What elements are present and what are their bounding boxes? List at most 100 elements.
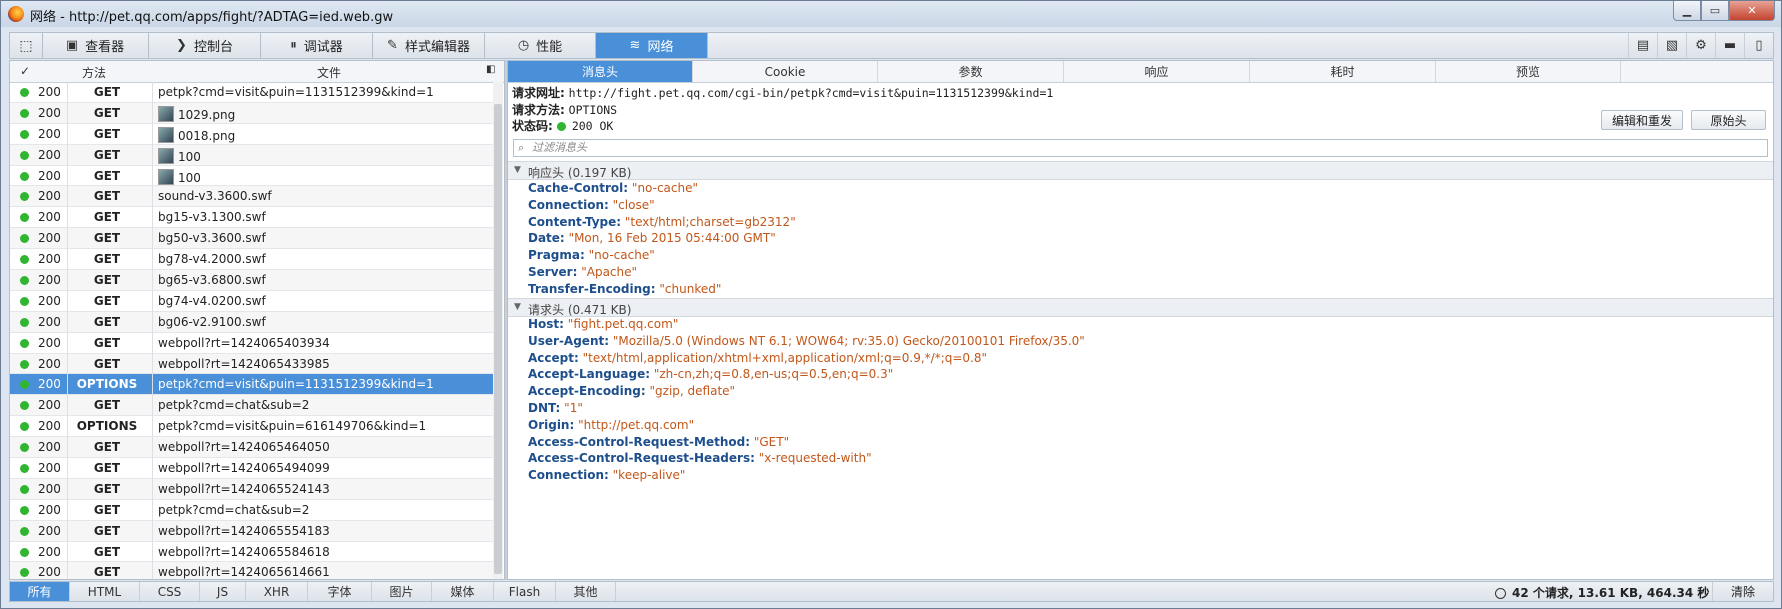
- table-row[interactable]: 200 GET 100: [10, 144, 494, 166]
- header-row[interactable]: Content-Type: "text/html;charset=gb2312": [528, 215, 796, 229]
- table-row[interactable]: 200 GET sound-v3.3600.swf: [10, 186, 494, 208]
- header-row[interactable]: Origin: "http://pet.qq.com": [528, 418, 694, 432]
- table-row[interactable]: 200 OPTIONS petpk?cmd=visit&puin=616149706…: [10, 416, 494, 438]
- method: GET: [93, 481, 121, 496]
- header-row[interactable]: Date: "Mon, 16 Feb 2015 05:44:00 GMT": [528, 231, 776, 245]
- tab-console[interactable]: ❯ 控制台: [149, 33, 261, 58]
- header-row[interactable]: Server: "Apache": [528, 265, 637, 279]
- status-code: 200: [38, 126, 61, 141]
- header-row[interactable]: Pragma: "no-cache": [528, 248, 655, 262]
- edit-resend-button[interactable]: 编辑和重发: [1601, 110, 1683, 130]
- tab-inspector[interactable]: ▣ 查看器: [42, 33, 149, 58]
- table-row[interactable]: 200 GET webpoll?rt=1424065403934: [10, 333, 494, 354]
- header-row[interactable]: Access-Control-Request-Method: "GET": [528, 435, 789, 449]
- filter-button-6[interactable]: 图片: [372, 582, 432, 601]
- filter-button-4[interactable]: XHR: [246, 582, 308, 601]
- tab-performance[interactable]: ◷ 性能: [485, 33, 596, 58]
- status-code: 200: [38, 105, 61, 120]
- tab-network[interactable]: ≋ 网络: [596, 33, 708, 58]
- table-row[interactable]: 200 GET petpk?cmd=chat&sub=2: [10, 500, 494, 521]
- header-row[interactable]: Transfer-Encoding: "chunked": [528, 282, 721, 296]
- filter-button-5[interactable]: 字体: [308, 582, 372, 601]
- table-row[interactable]: 200 GET bg15-v3.1300.swf: [10, 207, 494, 229]
- split-console-icon[interactable]: ▤: [1628, 33, 1657, 58]
- table-row[interactable]: 200 GET bg06-v2.9100.swf: [10, 311, 494, 333]
- tab-cookie[interactable]: Cookie: [693, 61, 878, 82]
- table-row[interactable]: 200 GET 100: [10, 166, 494, 187]
- maximize-button[interactable]: ▭: [1701, 1, 1729, 21]
- filter-headers-input[interactable]: ⌕ 过滤消息头: [513, 139, 1768, 157]
- method-column-header[interactable]: 方法: [82, 64, 106, 81]
- filter-button-9[interactable]: 其他: [556, 582, 616, 601]
- element-picker-icon[interactable]: ⬚: [10, 33, 43, 58]
- header-row[interactable]: User-Agent: "Mozilla/5.0 (Windows NT 6.1…: [528, 334, 1085, 348]
- clear-button[interactable]: 清除: [1712, 582, 1773, 601]
- image-thumbnail-icon: [158, 147, 174, 164]
- debugger-icon: ⏸: [290, 38, 297, 53]
- header-name: Accept-Language:: [528, 367, 651, 382]
- filter-button-1[interactable]: HTML: [70, 582, 140, 601]
- method: GET: [93, 335, 121, 350]
- tab-style-editor[interactable]: ✎ 样式编辑器: [373, 33, 485, 58]
- header-value: "zh-cn,zh;q=0.8,en-us;q=0.5,en;q=0.3": [653, 367, 894, 382]
- status-code: 200: [38, 461, 61, 476]
- table-row[interactable]: 200 GET petpk?cmd=chat&sub=2: [10, 395, 494, 417]
- header-row[interactable]: DNT: "1": [528, 401, 583, 415]
- file-name: petpk?cmd=visit&puin=1131512399&kind=1: [158, 85, 434, 99]
- toggle-sidebar-icon[interactable]: ◧: [486, 64, 495, 75]
- table-row[interactable]: 200 GET 1029.png: [10, 102, 494, 124]
- filter-button-7[interactable]: 媒体: [432, 582, 494, 601]
- table-row[interactable]: 200 GET bg65-v3.6800.swf: [10, 270, 494, 291]
- response-headers-section[interactable]: ▼ 响应头 (0.197 KB): [508, 161, 1773, 180]
- header-row[interactable]: Accept: "text/html,application/xhtml+xml…: [528, 351, 987, 365]
- table-row[interactable]: 200 GET webpoll?rt=1424065554183: [10, 520, 494, 542]
- header-row[interactable]: Cache-Control: "no-cache": [528, 181, 698, 195]
- header-row[interactable]: Connection: "keep-alive": [528, 468, 685, 482]
- header-name: Content-Type:: [528, 214, 622, 229]
- settings-gear-icon[interactable]: ⚙: [1686, 33, 1715, 58]
- status-column-header[interactable]: ✓: [20, 64, 30, 78]
- tab-params[interactable]: 参数: [878, 61, 1064, 82]
- table-row[interactable]: 200 GET webpoll?rt=1424065584618: [10, 542, 494, 563]
- tab-response[interactable]: 响应: [1064, 61, 1250, 82]
- header-row[interactable]: Host: "fight.pet.qq.com": [528, 317, 678, 331]
- filter-button-8[interactable]: Flash: [494, 582, 556, 601]
- header-row[interactable]: Access-Control-Request-Headers: "x-reque…: [528, 451, 872, 465]
- filter-button-0[interactable]: 所有: [10, 582, 70, 601]
- table-row[interactable]: 200 GET 0018.png: [10, 124, 494, 145]
- header-row[interactable]: Accept-Language: "zh-cn,zh;q=0.8,en-us;q…: [528, 367, 893, 381]
- dock-side-icon[interactable]: ▯: [1744, 33, 1773, 58]
- close-button[interactable]: ✕: [1729, 1, 1775, 21]
- table-row[interactable]: 200 GET webpoll?rt=1424065494099: [10, 458, 494, 479]
- table-row[interactable]: 200 GET petpk?cmd=visit&puin=1131512399&ki…: [10, 82, 494, 103]
- file-column-header[interactable]: 文件: [317, 64, 341, 81]
- table-row[interactable]: 200 OPTIONS petpk?cmd=visit&puin=113151239…: [10, 374, 494, 396]
- scrollbar-thumb[interactable]: [494, 104, 502, 574]
- dock-bottom-icon[interactable]: ▬: [1715, 33, 1744, 58]
- table-row[interactable]: 200 GET bg78-v4.2000.swf: [10, 249, 494, 271]
- table-row[interactable]: 200 GET webpoll?rt=1424065464050: [10, 437, 494, 459]
- tab-debugger[interactable]: ⏸ 调试器: [261, 33, 373, 58]
- responsive-mode-icon[interactable]: ▧: [1657, 33, 1686, 58]
- status-ok-icon: [20, 526, 29, 536]
- filter-button-3[interactable]: JS: [200, 582, 246, 601]
- table-row[interactable]: 200 GET bg50-v3.3600.swf: [10, 228, 494, 250]
- request-list-scrollbar[interactable]: [493, 82, 503, 579]
- request-headers-section[interactable]: ▼ 请求头 (0.471 KB): [508, 298, 1773, 317]
- table-row[interactable]: 200 GET webpoll?rt=1424065614661: [10, 562, 494, 579]
- method: OPTIONS: [76, 419, 138, 434]
- tab-timings[interactable]: 耗时: [1250, 61, 1436, 82]
- tab-headers[interactable]: 消息头: [508, 61, 693, 82]
- header-row[interactable]: Accept-Encoding: "gzip, deflate": [528, 384, 735, 398]
- header-row[interactable]: Connection: "close": [528, 198, 655, 212]
- status-code-label: 状态码:: [512, 119, 553, 133]
- tab-preview[interactable]: 预览: [1436, 61, 1621, 82]
- status-code: 200: [38, 377, 61, 392]
- raw-headers-button[interactable]: 原始头: [1691, 110, 1766, 130]
- table-row[interactable]: 200 GET webpoll?rt=1424065433985: [10, 353, 494, 375]
- table-row[interactable]: 200 GET bg74-v4.0200.swf: [10, 291, 494, 312]
- filter-button-2[interactable]: CSS: [140, 582, 200, 601]
- header-name: Access-Control-Request-Headers:: [528, 451, 755, 466]
- minimize-button[interactable]: ▁: [1673, 1, 1701, 21]
- table-row[interactable]: 200 GET webpoll?rt=1424065524143: [10, 478, 494, 500]
